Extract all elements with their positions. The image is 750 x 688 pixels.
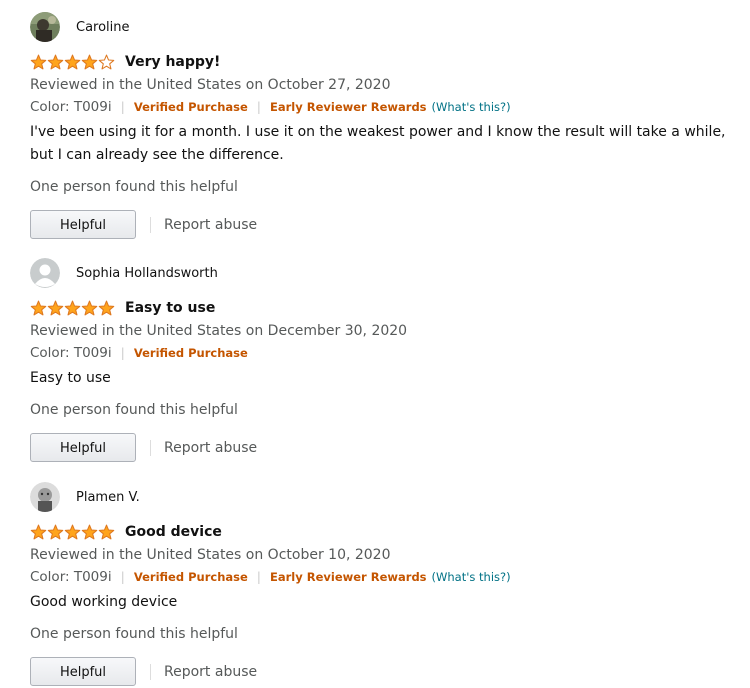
review-title[interactable]: Good device <box>125 524 222 540</box>
reviewer-name[interactable]: Sophia Hollandsworth <box>76 266 218 281</box>
star-filled-icon <box>98 524 115 540</box>
user-photo-icon <box>30 482 60 512</box>
report-abuse-link[interactable]: Report abuse <box>164 664 257 680</box>
default-user-icon <box>30 258 60 288</box>
star-empty-icon <box>98 54 115 70</box>
review-body: Good working device <box>30 594 178 610</box>
reviewer-profile[interactable]: Plamen V. <box>30 482 740 512</box>
separator: | <box>120 345 125 360</box>
helpful-button[interactable]: Helpful <box>30 657 136 686</box>
star-filled-icon <box>81 524 98 540</box>
product-variant[interactable]: Color: T009i <box>30 567 112 587</box>
star-filled-icon <box>47 54 64 70</box>
early-reviewer-badge: Early Reviewer Rewards <box>270 570 427 584</box>
review-date: Reviewed in the United States on Decembe… <box>30 323 408 339</box>
reviewer-profile[interactable]: Sophia Hollandsworth <box>30 258 740 288</box>
verified-purchase-badge[interactable]: Verified Purchase <box>134 343 248 363</box>
reviewer-name[interactable]: Caroline <box>76 20 130 35</box>
review-title[interactable]: Very happy! <box>125 54 220 70</box>
user-photo-icon <box>30 12 60 42</box>
star-filled-icon <box>47 524 64 540</box>
divider <box>150 663 151 680</box>
divider <box>150 216 151 233</box>
early-reviewer-badge: Early Reviewer Rewards <box>270 100 427 114</box>
star-filled-icon <box>30 524 47 540</box>
star-filled-icon <box>98 300 115 316</box>
verified-purchase-badge[interactable]: Verified Purchase <box>134 97 248 117</box>
reviewer-profile[interactable]: Caroline <box>30 12 740 42</box>
helpful-count: One person found this helpful <box>30 179 238 195</box>
review-body: I've been using it for a month. I use it… <box>30 124 726 163</box>
star-rating[interactable] <box>30 524 115 540</box>
star-filled-icon <box>81 54 98 70</box>
reviewer-name[interactable]: Plamen V. <box>76 490 140 505</box>
review-body: Easy to use <box>30 370 111 386</box>
separator: | <box>120 569 125 584</box>
star-filled-icon <box>64 54 81 70</box>
report-abuse-link[interactable]: Report abuse <box>164 440 257 456</box>
product-variant[interactable]: Color: T009i <box>30 97 112 117</box>
review-date: Reviewed in the United States on October… <box>30 77 391 93</box>
avatar[interactable] <box>30 12 60 42</box>
helpful-count: One person found this helpful <box>30 626 238 642</box>
review-date: Reviewed in the United States on October… <box>30 547 391 563</box>
review: Caroline Very happy! Reviewed in the Uni… <box>30 12 740 240</box>
separator: | <box>120 99 125 114</box>
review: Plamen V. Good device Reviewed in the Un… <box>30 482 740 687</box>
review-title[interactable]: Easy to use <box>125 300 215 316</box>
star-filled-icon <box>30 300 47 316</box>
helpful-button[interactable]: Helpful <box>30 210 136 239</box>
star-filled-icon <box>64 300 81 316</box>
review: Sophia Hollandsworth Easy to use Reviewe… <box>30 258 740 463</box>
helpful-button[interactable]: Helpful <box>30 433 136 462</box>
report-abuse-link[interactable]: Report abuse <box>164 217 257 233</box>
verified-purchase-badge[interactable]: Verified Purchase <box>134 567 248 587</box>
star-filled-icon <box>47 300 64 316</box>
helpful-count: One person found this helpful <box>30 402 238 418</box>
star-filled-icon <box>81 300 98 316</box>
whats-this-link[interactable]: (What's this?) <box>432 97 511 117</box>
avatar[interactable] <box>30 258 60 288</box>
divider <box>150 439 151 456</box>
star-rating[interactable] <box>30 300 115 316</box>
product-variant[interactable]: Color: T009i <box>30 343 112 363</box>
separator: | <box>256 99 262 114</box>
star-rating[interactable] <box>30 54 115 70</box>
whats-this-link[interactable]: (What's this?) <box>432 567 511 587</box>
star-filled-icon <box>64 524 81 540</box>
avatar[interactable] <box>30 482 60 512</box>
separator: | <box>256 569 262 584</box>
star-filled-icon <box>30 54 47 70</box>
